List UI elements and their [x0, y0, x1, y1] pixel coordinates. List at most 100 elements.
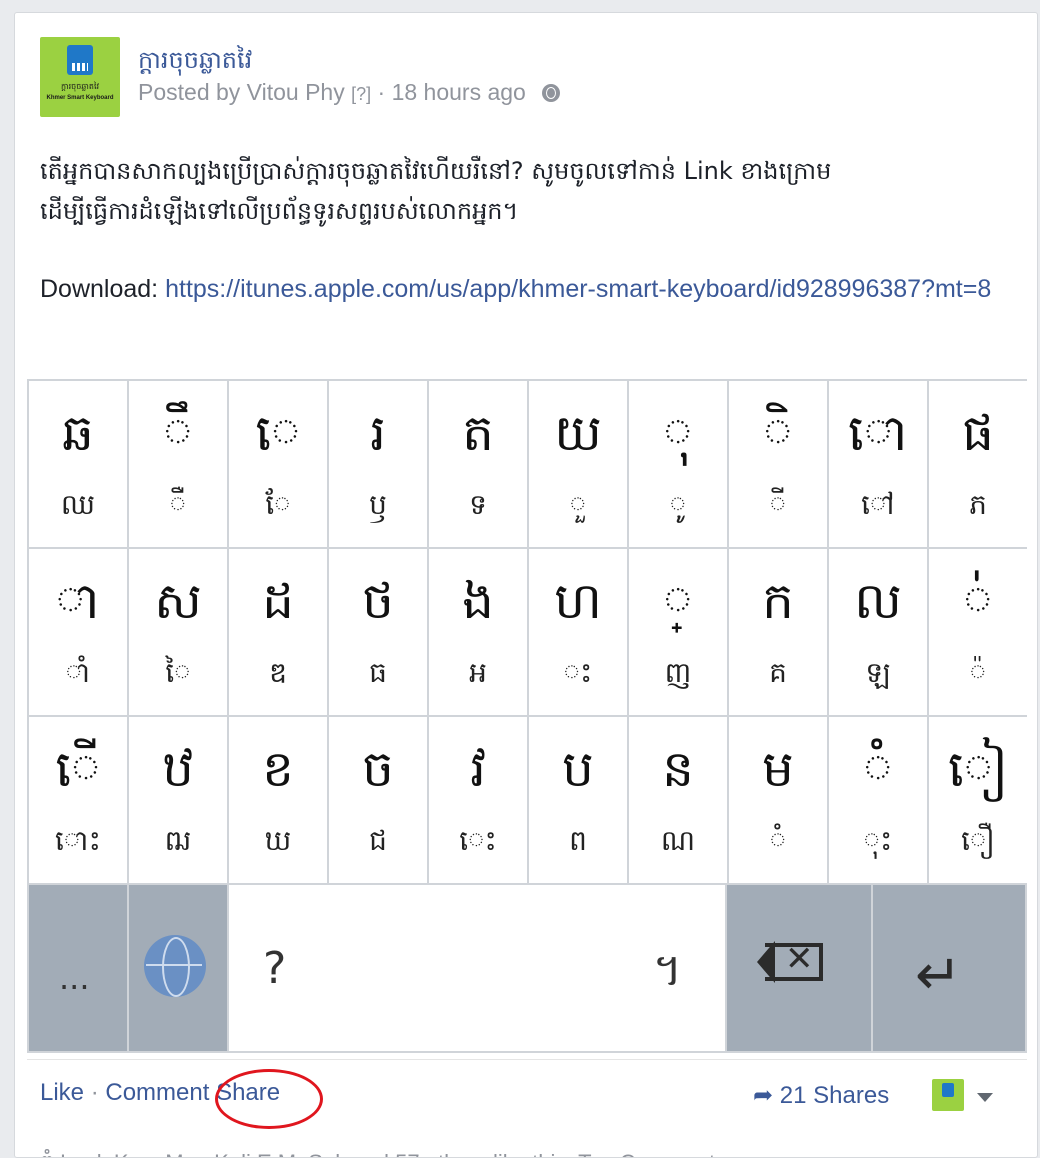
chevron-down-icon[interactable]	[977, 1093, 993, 1102]
key-bottom-glyph: េះ	[459, 824, 497, 857]
page-name-link[interactable]: ក្តារចុចឆ្លាតវៃ	[138, 45, 252, 80]
key-row3-6: បព	[529, 717, 627, 883]
key-top-glyph: ត	[462, 404, 494, 462]
download-paragraph: Download: https://itunes.apple.com/us/ap…	[40, 269, 1020, 309]
key-top-glyph: ថ	[362, 572, 394, 630]
khan-key-label: ។	[653, 945, 683, 996]
post-card: ក្តារចុចឆ្លាតវៃ Khmer Smart Keyboard ក្ត…	[14, 12, 1038, 1158]
key-top-glyph: ន	[662, 740, 694, 798]
key-bottom-glyph: ៃ	[165, 656, 191, 689]
post-meta: Posted by Vitou Phy [?] · 18 hours ago	[138, 79, 561, 106]
page-avatar[interactable]: ក្តារចុចឆ្លាតវៃ Khmer Smart Keyboard	[40, 37, 120, 117]
key-row2-9: លឡ	[829, 549, 927, 715]
key-row2-6: ហះ	[529, 549, 627, 715]
key-row1-10: ផភ	[929, 381, 1027, 547]
key-top-glyph: ប	[562, 740, 594, 798]
meta-separator: ·	[377, 79, 386, 105]
globe-key	[129, 885, 227, 1051]
post-time[interactable]: 18 hours ago	[392, 79, 526, 105]
key-bottom-glyph: ឌ	[269, 656, 287, 689]
key-row1-3: េែ	[229, 381, 327, 547]
key-row2-10: ់៉	[929, 549, 1027, 715]
key-top-glyph: ់	[963, 572, 993, 630]
key-bottom-glyph: ំ	[769, 824, 787, 857]
backspace-x: ✕	[785, 939, 814, 979]
key-top-glyph: ើ	[55, 740, 101, 798]
key-row2-5: ងអ	[429, 549, 527, 715]
key-top-glyph: វ	[470, 740, 486, 798]
key-bottom-glyph: ឫ	[369, 488, 387, 521]
avatar-logo-text: ក្តារចុចឆ្លាតវៃ	[60, 82, 100, 91]
key-bottom-glyph: ជ	[369, 824, 387, 857]
key-bottom-glyph: ព	[569, 824, 587, 857]
shares-count-label: 21 Shares	[779, 1082, 890, 1109]
key-bottom-glyph: ួ	[569, 488, 587, 521]
actions-divider	[27, 1059, 1027, 1060]
key-row1-6: យួ	[529, 381, 627, 547]
download-link[interactable]: https://itunes.apple.com/us/app/khmer-sm…	[165, 275, 991, 303]
key-row3-5: វេះ	[429, 717, 527, 883]
key-bottom-glyph: ឍ	[164, 824, 192, 857]
key-bottom-glyph: ះ	[563, 656, 593, 689]
key-top-glyph: ខ	[262, 740, 294, 798]
comment-link[interactable]: Comment	[105, 1079, 209, 1106]
more-key: ...	[29, 885, 127, 1051]
keyboard-logo-icon	[67, 45, 93, 75]
post-text: តើអ្នកបានសាកល្បងប្រើប្រាស់ក្តារចុចឆ្លាតវ…	[40, 151, 1000, 231]
key-bottom-glyph: ុះ	[863, 824, 893, 857]
like-link[interactable]: Like	[40, 1079, 84, 1106]
key-row2-2: សៃ	[129, 549, 227, 715]
key-bottom-glyph: ណ	[660, 824, 696, 857]
key-top-glyph: ហ	[554, 572, 602, 630]
backspace-key: ✕	[727, 885, 871, 1051]
shares-count[interactable]: ➦ 21 Shares	[753, 1081, 889, 1110]
key-top-glyph: ំ	[863, 740, 893, 798]
key-bottom-glyph: ញ	[664, 656, 692, 689]
key-top-glyph: ោ	[847, 404, 909, 462]
key-row3-3: ខឃ	[229, 717, 327, 883]
key-top-glyph: ច	[362, 740, 394, 798]
globe-icon[interactable]	[542, 84, 561, 102]
key-row1-8: ិី	[729, 381, 827, 547]
key-row3-1: ើោះ	[29, 717, 127, 883]
avatar-logo-subtitle: Khmer Smart Keyboard	[46, 95, 114, 101]
key-row1-7: ុូ	[629, 381, 727, 547]
key-top-glyph: ក	[762, 572, 794, 630]
key-bottom-glyph: ឡ	[865, 656, 891, 689]
key-bottom-glyph: ោះ	[55, 824, 101, 857]
key-bottom-glyph: ូ	[669, 488, 687, 521]
key-top-glyph: យ	[554, 404, 602, 462]
keyboard-image[interactable]: ឆឈឹឺេែរឫតទយួុូិីោៅផភាាំសៃដឌថធងអហះ្ញកគលឡ់…	[27, 379, 1027, 1053]
share-as-avatar[interactable]	[932, 1079, 964, 1111]
key-top-glyph: ង	[462, 572, 494, 630]
key-top-glyph: ុ	[663, 404, 693, 462]
key-row3-4: ចជ	[329, 717, 427, 883]
key-row1-9: ោៅ	[829, 381, 927, 547]
help-mark[interactable]: [?]	[351, 84, 371, 104]
key-top-glyph: ផ	[962, 404, 994, 462]
key-bottom-glyph: ឈ	[60, 488, 96, 521]
key-top-glyph: ឆ	[62, 404, 94, 462]
key-row1-2: ឹឺ	[129, 381, 227, 547]
question-key-label: ?	[263, 943, 287, 994]
globe-key-icon	[144, 935, 206, 997]
key-top-glyph: ៀ	[947, 740, 1009, 798]
key-top-glyph: ិ	[763, 404, 793, 462]
key-row2-3: ដឌ	[229, 549, 327, 715]
key-bottom-glyph: ឺ	[169, 488, 187, 521]
post-text-line-1: តើអ្នកបានសាកល្បងប្រើប្រាស់ក្តារចុចឆ្លាតវ…	[40, 157, 832, 185]
more-key-label: ...	[59, 959, 90, 997]
posted-by[interactable]: Posted by Vitou Phy	[138, 79, 345, 105]
key-row1-1: ឆឈ	[29, 381, 127, 547]
post-text-line-2: ដើម្បីធ្វើការដំឡើងទៅលើប្រព័ន្ធទូរសព្ទរបស…	[40, 197, 519, 225]
key-row2-7: ្ញ	[629, 549, 727, 715]
key-bottom-glyph: ែ	[265, 488, 291, 521]
key-bottom-glyph: ៅ	[861, 488, 895, 521]
enter-icon: ↵	[915, 943, 962, 1008]
likes-summary: ពុំ Leak Keo, Men Kali E.M. Sok and 57 o…	[40, 1149, 726, 1157]
key-top-glyph: ឹ	[163, 404, 193, 462]
key-row1-5: តទ	[429, 381, 527, 547]
key-row2-1: ាាំ	[29, 549, 127, 715]
key-top-glyph: ល	[854, 572, 902, 630]
key-bottom-glyph: ឃ	[264, 824, 292, 857]
